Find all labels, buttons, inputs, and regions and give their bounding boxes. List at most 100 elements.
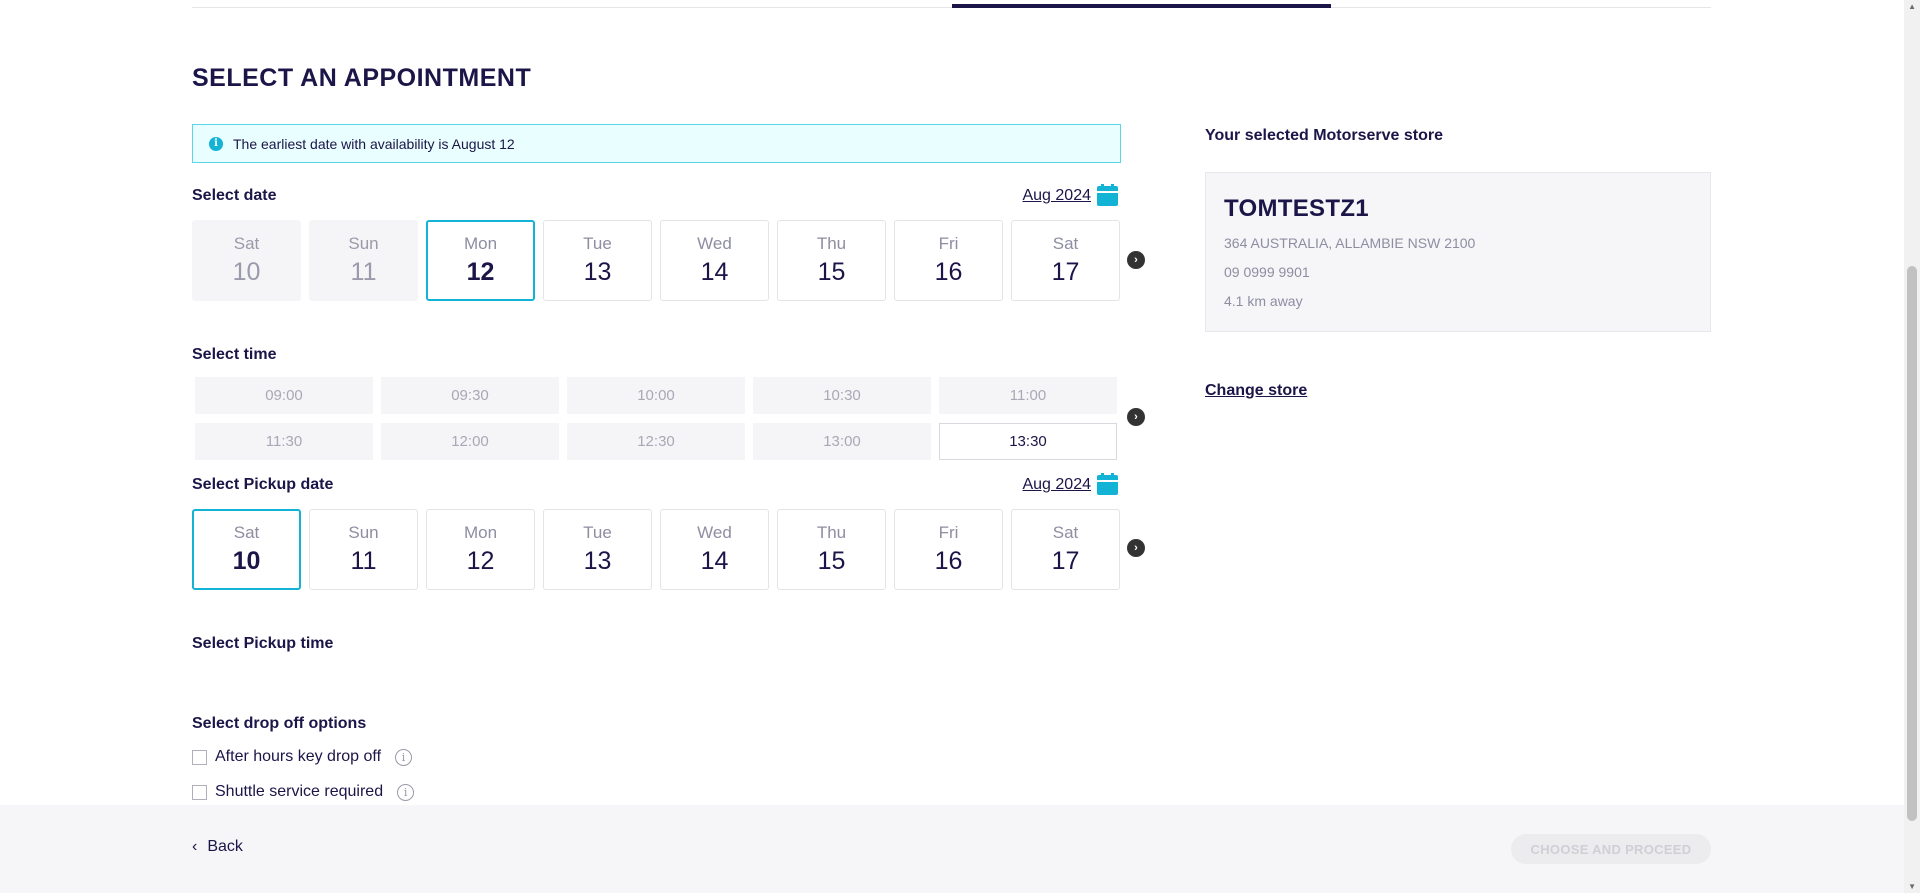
- calendar-icon[interactable]: [1097, 184, 1118, 206]
- date-card[interactable]: Wed 14: [660, 220, 769, 301]
- date-card-day: 13: [583, 258, 612, 286]
- date-card[interactable]: Sun 11: [309, 509, 418, 590]
- date-card[interactable]: Fri 16: [894, 509, 1003, 590]
- date-card-weekday: Tue: [583, 234, 612, 253]
- scroll-up-icon[interactable]: ▲: [1908, 2, 1916, 11]
- store-distance: 4.1 km away: [1224, 293, 1303, 309]
- date-card-day: 14: [700, 547, 729, 575]
- select-pickup-time-label: Select Pickup time: [192, 635, 334, 652]
- after-hours-checkbox[interactable]: [192, 749, 207, 765]
- info-circle-icon[interactable]: i: [395, 748, 413, 766]
- time-slot[interactable]: 13:30: [939, 423, 1117, 460]
- page-title: SELECT AN APPOINTMENT: [192, 64, 532, 92]
- date-card[interactable]: Fri 16: [894, 220, 1003, 301]
- date-card-weekday: Sat: [233, 234, 260, 253]
- time-slot: 10:00: [567, 377, 745, 414]
- date-card-weekday: Sat: [233, 523, 260, 542]
- date-card[interactable]: Wed 14: [660, 509, 769, 590]
- date-card-day: 10: [232, 547, 261, 575]
- date-card-day: 11: [350, 258, 377, 286]
- info-banner: i The earliest date with availability is…: [192, 124, 1121, 163]
- info-circle-icon[interactable]: i: [397, 783, 415, 801]
- next-pickup-dates-arrow-icon[interactable]: ›: [1127, 539, 1145, 557]
- scrollbar[interactable]: ▲ ▼: [1904, 0, 1920, 893]
- time-slot-grid: 09:00 09:30 10:00 10:30 11:00 11:30 12:00 12:30…: [195, 377, 1117, 460]
- pickup-month-label[interactable]: Aug 2024: [1022, 476, 1091, 494]
- date-card-day: 17: [1051, 258, 1080, 286]
- date-card[interactable]: Sat 10: [192, 509, 301, 590]
- back-label[interactable]: Back: [207, 838, 243, 856]
- date-card-weekday: Thu: [816, 234, 847, 253]
- after-hours-label[interactable]: After hours key drop off: [215, 748, 381, 766]
- select-pickup-date-label: Select Pickup date: [192, 476, 334, 493]
- shuttle-service-checkbox[interactable]: [192, 784, 207, 800]
- date-card[interactable]: Mon 12: [426, 509, 535, 590]
- date-card-weekday: Wed: [697, 234, 732, 253]
- drop-off-options-label: Select drop off options: [192, 715, 367, 732]
- date-card: Sat 10: [192, 220, 301, 301]
- pickup-month-picker[interactable]: Aug 2024: [1000, 473, 1118, 499]
- time-slot: 11:30: [195, 423, 373, 460]
- time-slot: 12:30: [567, 423, 745, 460]
- info-banner-text: The earliest date with availability is A…: [233, 135, 515, 152]
- choose-and-proceed-button[interactable]: CHOOSE AND PROCEED: [1511, 834, 1711, 864]
- date-card-weekday: Sat: [1052, 523, 1079, 542]
- date-card: Sun 11: [309, 220, 418, 301]
- time-slot: 12:00: [381, 423, 559, 460]
- date-card[interactable]: Sat 17: [1011, 220, 1120, 301]
- change-store-link[interactable]: Change store: [1205, 382, 1307, 400]
- date-card-day: 16: [934, 547, 963, 575]
- date-card-weekday: Sun: [348, 234, 379, 253]
- date-card-weekday: Fri: [938, 234, 959, 253]
- date-card-day: 17: [1051, 547, 1080, 575]
- select-time-label: Select time: [192, 346, 277, 363]
- time-slot: 09:30: [381, 377, 559, 414]
- time-slot: 11:00: [939, 377, 1117, 414]
- date-card-weekday: Sun: [348, 523, 379, 542]
- calendar-icon[interactable]: [1097, 473, 1118, 495]
- date-row: Sat 10 Sun 11 Mon 12 Tue 13 Wed 14 Thu 15 Fri 16 Sat 17: [192, 220, 1120, 301]
- info-icon: i: [209, 136, 223, 151]
- scrollbar-thumb[interactable]: [1907, 266, 1917, 821]
- store-heading: Your selected Motorserve store: [1205, 127, 1444, 144]
- date-card-day: 15: [817, 258, 846, 286]
- select-date-label: Select date: [192, 187, 277, 204]
- date-card-weekday: Thu: [816, 523, 847, 542]
- date-card-day: 16: [934, 258, 963, 286]
- date-month-label[interactable]: Aug 2024: [1022, 187, 1091, 205]
- after-hours-key-drop-option[interactable]: After hours key drop off i: [192, 748, 413, 766]
- store-card: TOMTESTZ1 364 AUSTRALIA, ALLAMBIE NSW 21…: [1205, 172, 1711, 332]
- date-card-weekday: Mon: [463, 523, 498, 542]
- date-card-day: 12: [466, 547, 495, 575]
- time-slot: 13:00: [753, 423, 931, 460]
- date-card-day: 10: [232, 258, 261, 286]
- date-card-weekday: Mon: [463, 234, 498, 253]
- time-slot: 10:30: [753, 377, 931, 414]
- date-card-weekday: Tue: [583, 523, 612, 542]
- next-times-arrow-icon[interactable]: ›: [1127, 408, 1145, 426]
- date-card-day: 13: [583, 547, 612, 575]
- scroll-down-icon[interactable]: ▼: [1908, 882, 1916, 891]
- date-card-weekday: Sat: [1052, 234, 1079, 253]
- date-card-day: 11: [350, 547, 377, 575]
- date-card[interactable]: Sat 17: [1011, 509, 1120, 590]
- date-card[interactable]: Thu 15: [777, 509, 886, 590]
- next-dates-arrow-icon[interactable]: ›: [1127, 251, 1145, 269]
- date-card-day: 15: [817, 547, 846, 575]
- date-card[interactable]: Tue 13: [543, 509, 652, 590]
- back-button[interactable]: ‹ Back: [192, 838, 243, 856]
- chevron-left-icon[interactable]: ‹: [192, 838, 197, 856]
- shuttle-service-label[interactable]: Shuttle service required: [215, 783, 383, 801]
- date-card-day: 12: [466, 258, 495, 286]
- date-card[interactable]: Thu 15: [777, 220, 886, 301]
- date-card[interactable]: Mon 12: [426, 220, 535, 301]
- shuttle-service-option[interactable]: Shuttle service required i: [192, 783, 415, 801]
- date-month-picker[interactable]: Aug 2024: [1000, 184, 1118, 210]
- date-card-weekday: Wed: [697, 523, 732, 542]
- date-card-weekday: Fri: [938, 523, 959, 542]
- date-card-day: 14: [700, 258, 729, 286]
- date-card[interactable]: Tue 13: [543, 220, 652, 301]
- progress-active-step: [952, 4, 1331, 8]
- store-name: TOMTESTZ1: [1224, 195, 1369, 222]
- time-slot: 09:00: [195, 377, 373, 414]
